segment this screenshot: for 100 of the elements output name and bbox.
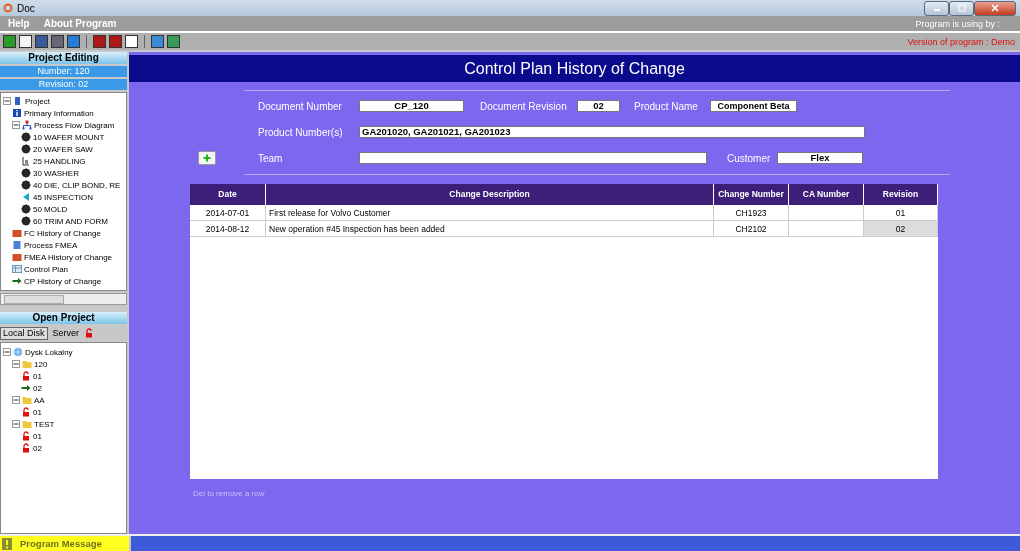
gear-icon (21, 216, 31, 226)
message-label: Program Message (20, 538, 102, 549)
column-header[interactable]: Change Description (266, 184, 714, 205)
input-field[interactable]: Flex (777, 152, 863, 164)
table-cell: 02 (864, 221, 938, 237)
padlock-icon (84, 328, 95, 338)
minimize-button[interactable] (924, 0, 949, 16)
padlock-icon (21, 443, 31, 453)
column-header[interactable]: CA Number (789, 184, 864, 205)
folder-tab-icon (12, 228, 22, 238)
tree-item[interactable]: Process FMEA (24, 240, 78, 250)
tree-item[interactable]: CP History of Change (24, 276, 102, 286)
field-label: Team (258, 152, 284, 164)
tree-item[interactable]: 01 (33, 431, 42, 441)
version-text: Version of program : Demo (907, 36, 1015, 47)
tree-item[interactable]: Dysk Lokalny (25, 347, 73, 357)
maximize-button[interactable] (949, 0, 974, 16)
field-label: Document Revision (480, 100, 568, 112)
app-logo-icon (3, 3, 13, 13)
folder-icon (22, 359, 32, 369)
folder-icon (22, 419, 32, 429)
arrow-icon (12, 276, 22, 286)
tree-item[interactable]: 01 (33, 407, 42, 417)
input-field[interactable]: GA201020, GA201021, GA201023 (359, 126, 865, 138)
info-icon (12, 108, 22, 118)
padlock-icon (21, 407, 31, 417)
padlock-icon (21, 431, 31, 441)
horizontal-scrollbar[interactable] (0, 293, 127, 305)
panel-header: Project Editing (0, 52, 127, 64)
warning-icon (2, 537, 12, 550)
tree-item[interactable]: 02 (33, 383, 42, 393)
gear-icon (21, 204, 31, 214)
tree-item[interactable]: 20 WAFER SAW (33, 144, 93, 154)
tree-item[interactable]: 02 (33, 443, 42, 453)
expander-icon[interactable] (12, 420, 20, 428)
table-cell: First release for Volvo Customer (266, 205, 714, 221)
tree-item[interactable]: Primary Information (24, 108, 94, 118)
folder-tab-icon (12, 252, 22, 262)
plus-icon (203, 154, 211, 162)
add-button[interactable] (198, 151, 216, 165)
tree-item[interactable]: 10 WAFER MOUNT (33, 132, 105, 142)
tree-item[interactable]: FC History of Change (24, 228, 101, 238)
page-title: Control Plan History of Change (129, 55, 1020, 82)
input-field[interactable] (359, 152, 707, 164)
expander-icon[interactable] (3, 348, 11, 356)
panel-header: Open Project (0, 312, 127, 324)
column-header[interactable]: Date (190, 184, 266, 205)
input-field[interactable]: Component Beta (710, 100, 797, 112)
flow-diagram-icon (22, 120, 32, 130)
folder-icon (22, 395, 32, 405)
tree-item[interactable]: 60 TRIM AND FORM (33, 216, 108, 226)
expander-icon[interactable] (3, 97, 11, 105)
tab[interactable]: Server (49, 326, 83, 340)
tree-item[interactable]: Process Flow Diagram (34, 120, 115, 130)
book-icon (13, 96, 23, 106)
input-field[interactable]: CP_120 (359, 100, 464, 112)
tree-item[interactable]: TEST (34, 419, 55, 429)
field-label: Product Name (634, 100, 699, 112)
expander-icon[interactable] (12, 121, 20, 129)
input-field[interactable]: 02 (577, 100, 620, 112)
program-user-text: Program is using by : (915, 18, 1000, 29)
triangle-icon (21, 192, 31, 202)
tree-item[interactable]: 30 WASHER (33, 168, 79, 178)
project-number: Number: 120 (0, 66, 127, 77)
tree-item[interactable]: 01 (33, 371, 42, 381)
hint-text: Del to remove a row (193, 489, 266, 498)
expander-icon[interactable] (12, 396, 20, 404)
tree-item[interactable]: AA (34, 395, 45, 405)
tree-item[interactable]: FMEA History of Change (24, 252, 113, 262)
column-header[interactable]: Change Number (714, 184, 789, 205)
gear-icon (21, 168, 31, 178)
tab[interactable]: Local Disk (0, 326, 48, 340)
document-icon (12, 240, 22, 250)
column-header[interactable]: Revision (864, 184, 938, 205)
close-icon (991, 4, 999, 12)
maximize-icon (957, 4, 966, 12)
tree-item[interactable]: 50 MOLD (33, 204, 68, 214)
table-cell: 2014-08-12 (190, 221, 266, 237)
tree-item[interactable]: 40 DIE, CLIP BOND, RE (33, 180, 121, 190)
tree-item[interactable]: 120 (34, 359, 48, 369)
table-icon (12, 264, 22, 274)
close-button[interactable] (974, 0, 1016, 16)
padlock-icon (21, 371, 31, 381)
field-label: Product Number(s) (258, 126, 344, 138)
table-cell: CH2102 (714, 221, 789, 237)
table-cell: CH1923 (714, 205, 789, 221)
table-cell: New operation #45 Inspection has been added (266, 221, 714, 237)
field-label: Customer (727, 152, 772, 164)
arrow-icon (21, 383, 31, 393)
window-title: Doc (17, 2, 36, 14)
tree-item[interactable]: Control Plan (24, 264, 69, 274)
tree-item[interactable]: 25 HANDLING (33, 156, 86, 166)
table-cell: 01 (864, 205, 938, 221)
gear-icon (21, 144, 31, 154)
expander-icon[interactable] (12, 360, 20, 368)
tree-item[interactable]: 45 INSPECTION (33, 192, 93, 202)
tree-item[interactable]: Project (25, 96, 50, 106)
project-revision: Revision: 02 (0, 79, 127, 90)
gear-icon (21, 132, 31, 142)
table-cell: 2014-07-01 (190, 205, 266, 221)
